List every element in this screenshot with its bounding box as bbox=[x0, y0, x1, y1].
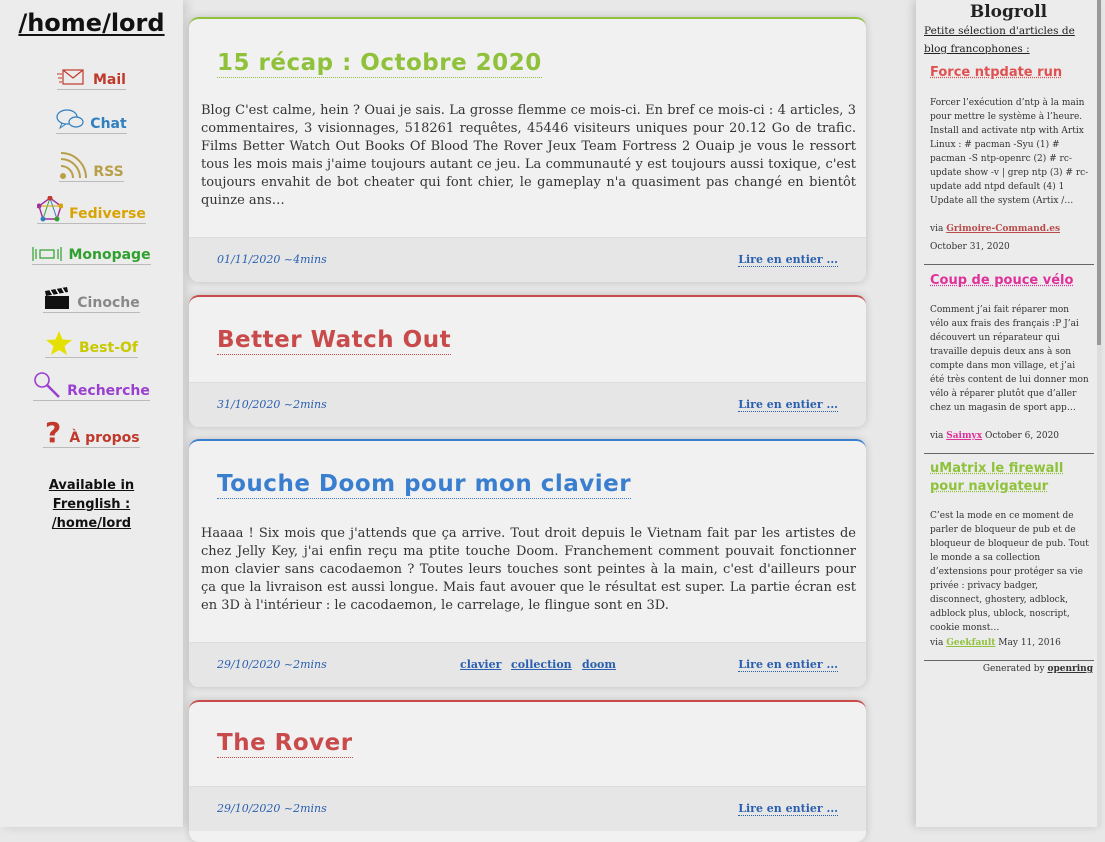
nav-item--propos: ? À propos bbox=[0, 418, 183, 450]
nav-item-chat: Chat bbox=[0, 108, 183, 136]
nav-item-mail: Mail bbox=[0, 66, 183, 92]
nav-item-fediverse: Fediverse bbox=[0, 196, 183, 226]
article-date: 01/11/2020 ~4mins bbox=[217, 253, 327, 266]
article-title-link[interactable]: Touche Doom pour mon clavier bbox=[217, 470, 632, 499]
read-more-link[interactable]: Lire en entier ... bbox=[738, 802, 838, 816]
site-nav: /home/lord Mail Chat RSS Fediverse Monopage C… bbox=[0, 0, 183, 827]
nav-label: Fediverse bbox=[69, 206, 146, 222]
language-line: Available in bbox=[48, 478, 135, 493]
nav-link[interactable]: Fediverse bbox=[37, 196, 146, 224]
blogroll-entry-excerpt: C’est la mode en ce moment de parler de … bbox=[930, 511, 1089, 633]
blogroll-source-link[interactable]: Saimyx bbox=[946, 431, 982, 441]
nav-link[interactable]: Best-Of bbox=[45, 330, 138, 358]
article-title-link[interactable]: 15 récap : Octobre 2020 bbox=[217, 49, 542, 78]
site-title-link[interactable]: /home/lord bbox=[18, 9, 164, 37]
nav-label: Best-Of bbox=[79, 340, 138, 356]
blogroll-entry-title-link[interactable]: Coup de pouce vélo bbox=[930, 272, 1090, 290]
blogroll-panel: Blogroll Petite sélection d'articles de … bbox=[916, 0, 1101, 827]
generated-by: Generated by openring bbox=[982, 664, 1093, 674]
nav-link[interactable]: Cinoche bbox=[43, 285, 140, 313]
nav-item-rss: RSS bbox=[0, 152, 183, 184]
nav-label: RSS bbox=[93, 164, 124, 180]
magnifier-icon bbox=[33, 371, 61, 399]
nav-item-monopage: Monopage bbox=[0, 245, 183, 267]
article-footer: 29/10/2020 ~2mins Lire en entier ... bbox=[189, 786, 866, 831]
blogroll-entry-date: October 31, 2020 bbox=[930, 242, 1010, 252]
scrollbar[interactable] bbox=[1097, 0, 1101, 827]
blogroll-entry-excerpt: Comment j’ai fait réparer mon vélo aux f… bbox=[930, 305, 1089, 413]
article-card: Better Watch Out 31/10/2020 ~2mins Lire … bbox=[189, 295, 866, 427]
nav-link[interactable]: ? À propos bbox=[43, 418, 140, 448]
article-date: 31/10/2020 ~2mins bbox=[217, 398, 327, 411]
article-card: Touche Doom pour mon clavier Haaaa ! Six… bbox=[189, 439, 866, 687]
blogroll-title: Blogroll bbox=[969, 2, 1048, 22]
svg-text:?: ? bbox=[45, 418, 61, 446]
nav-link[interactable]: Mail bbox=[57, 66, 126, 90]
blogroll-entry-excerpt: Forcer l’exécution d’ntp à la main pour … bbox=[930, 98, 1089, 206]
nav-link[interactable]: Monopage bbox=[32, 245, 151, 265]
question-mark-icon: ? bbox=[43, 418, 63, 446]
article-footer: 31/10/2020 ~2mins Lire en entier ... bbox=[189, 382, 866, 427]
blogroll-entry-title-link[interactable]: uMatrix le firewall pour navigateur bbox=[930, 460, 1090, 496]
nav-label: Cinoche bbox=[77, 295, 140, 311]
nav-link[interactable]: Chat bbox=[56, 108, 127, 134]
tag-link[interactable]: doom bbox=[582, 658, 616, 671]
blogroll-entry-date: May 11, 2016 bbox=[998, 638, 1061, 648]
article-excerpt: Haaaa ! Six mois que j'attends que ça ar… bbox=[201, 526, 856, 613]
star-icon bbox=[45, 330, 73, 356]
blogroll-subtitle: Petite sélection d'articles de blog fran… bbox=[924, 25, 1075, 55]
language-line: Frenglish : bbox=[52, 497, 131, 512]
article-footer: 01/11/2020 ~4mins Lire en entier ... bbox=[189, 237, 866, 282]
read-more-link[interactable]: Lire en entier ... bbox=[738, 398, 838, 412]
blogroll-entry-source: via Geekfault May 11, 2016 bbox=[930, 638, 1061, 648]
fediverse-icon bbox=[37, 196, 64, 222]
article-card: 15 récap : Octobre 2020 Blog C'est calme… bbox=[189, 17, 866, 282]
rss-icon bbox=[59, 152, 88, 180]
blogroll-source-link[interactable]: Grimoire-Command.es bbox=[946, 224, 1060, 234]
monopage-icon bbox=[32, 245, 63, 263]
blogroll-entry-title-link[interactable]: Force ntpdate run bbox=[930, 64, 1090, 82]
blogroll-entry: Force ntpdate run Forcer l’exécution d’n… bbox=[924, 62, 1094, 265]
openring-link[interactable]: openring bbox=[1047, 664, 1093, 674]
nav-label: Chat bbox=[90, 116, 127, 132]
language-switch[interactable]: Available in Frenglish : /home/lord bbox=[0, 476, 183, 533]
blogroll-entry-date: October 6, 2020 bbox=[984, 431, 1060, 441]
nav-item-recherche: Recherche bbox=[0, 371, 183, 403]
nav-item-cinoche: Cinoche bbox=[0, 285, 183, 315]
nav-label: Recherche bbox=[67, 383, 150, 399]
nav-link[interactable]: Recherche bbox=[33, 371, 150, 401]
article-date: 29/10/2020 ~2mins bbox=[217, 658, 327, 671]
article-title-link[interactable]: The Rover bbox=[217, 729, 353, 758]
language-line: /home/lord bbox=[51, 516, 132, 531]
nav-link[interactable]: RSS bbox=[59, 152, 124, 182]
article-date: 29/10/2020 ~2mins bbox=[217, 802, 327, 815]
chat-bubbles-icon bbox=[56, 108, 84, 132]
blogroll-entry-source: via Grimoire-Command.es bbox=[930, 224, 1061, 234]
nav-item-best-of: Best-Of bbox=[0, 330, 183, 360]
blogroll-entry: Coup de pouce vélo Comment j’ai fait rép… bbox=[924, 264, 1094, 454]
article-card: The Rover 29/10/2020 ~2mins Lire en enti… bbox=[189, 700, 866, 842]
article-footer: 29/10/2020 ~2mins clavier collection doo… bbox=[189, 642, 866, 687]
blogroll-entry-source: via Saimyx October 6, 2020 bbox=[930, 431, 1060, 441]
clapperboard-icon bbox=[43, 285, 71, 311]
read-more-link[interactable]: Lire en entier ... bbox=[738, 658, 838, 672]
blogroll-entry: uMatrix le firewall pour navigateur C’es… bbox=[924, 453, 1094, 661]
blogroll-source-link[interactable]: Geekfault bbox=[946, 638, 995, 648]
tag-link[interactable]: clavier bbox=[460, 658, 501, 671]
article-excerpt: Blog C'est calme, hein ? Ouai je sais. L… bbox=[201, 103, 856, 208]
mail-icon bbox=[57, 66, 87, 88]
article-title-link[interactable]: Better Watch Out bbox=[217, 326, 452, 355]
nav-label: Monopage bbox=[68, 247, 151, 263]
scroll-thumb[interactable] bbox=[1097, 0, 1101, 345]
nav-label: Mail bbox=[93, 72, 126, 88]
tag-link[interactable]: collection bbox=[511, 658, 572, 671]
read-more-link[interactable]: Lire en entier ... bbox=[738, 253, 838, 267]
nav-label: À propos bbox=[69, 430, 140, 446]
